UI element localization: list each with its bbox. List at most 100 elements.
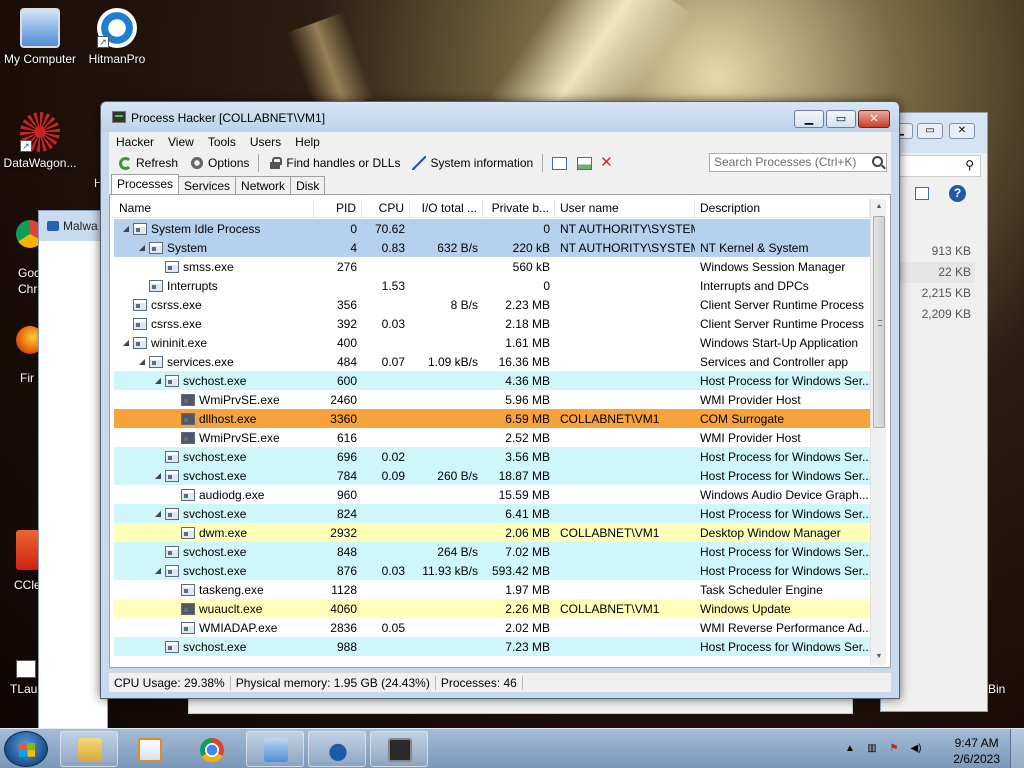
collapse-arrow-icon[interactable]: ◢ (138, 243, 146, 252)
collapse-arrow-icon[interactable]: ◢ (154, 566, 162, 575)
table-row[interactable]: ◢ svchost.exe 600 4.36 MB Host Process for W… (114, 371, 870, 390)
column-header-io[interactable]: I/O total ... (410, 199, 483, 217)
column-header-row: Name PID CPU I/O total ... Private b... … (114, 199, 870, 218)
table-row[interactable]: dllhost.exe 3360 6.59 MB COLLABNET\VM1 COM S… (114, 409, 870, 428)
cell-desc: Host Process for Windows Ser... (700, 449, 870, 464)
table-row[interactable]: WmiPrvSE.exe 2460 5.96 MB WMI Provider Host (114, 390, 870, 409)
table-row[interactable]: Interrupts 1.53 0 Interrupts and DPCs (114, 276, 870, 295)
show-hidden-icons-icon[interactable]: ▲ (844, 743, 856, 755)
table-row[interactable]: dwm.exe 2932 2.06 MB COLLABNET\VM1 Desktop W… (114, 523, 870, 542)
column-header-cpu[interactable]: CPU (362, 199, 410, 217)
desktop-icon-tlauncher[interactable] (16, 660, 36, 678)
process-hacker-window[interactable]: Process Hacker [COLLABNET\VM1] ▁ ▭ ✕ Hac… (100, 101, 900, 699)
computer-icon (20, 8, 60, 48)
cell-pid: 4 (350, 240, 357, 255)
maximize-button[interactable]: ▭ (917, 123, 943, 139)
table-row[interactable]: wuauclt.exe 4060 2.26 MB COLLABNET\VM1 Windo… (114, 599, 870, 618)
terminate-button[interactable]: ✕ (596, 153, 618, 173)
cell-desc: Windows Audio Device Graph... (700, 487, 869, 502)
toolbar: Refresh Options Find handles or DLLs Sys… (109, 152, 891, 174)
taskbar-control-panel[interactable] (246, 731, 304, 767)
table-row[interactable]: taskeng.exe 1128 1.97 MB Task Scheduler Eng… (114, 580, 870, 599)
close-button[interactable]: ✕ (949, 123, 975, 139)
table-row[interactable]: ◢ services.exe 484 0.07 1.09 kB/s 16.36 MB Ser… (114, 352, 870, 371)
column-header-description[interactable]: Description (695, 199, 870, 217)
menu-tools[interactable]: Tools (201, 135, 243, 149)
table-row[interactable]: svchost.exe 988 7.23 MB Host Process for Wi… (114, 637, 870, 656)
table-row[interactable]: svchost.exe 848 264 B/s 7.02 MB Host Process… (114, 542, 870, 561)
collapse-arrow-icon[interactable]: ◢ (122, 224, 130, 233)
cell-priv: 0 (543, 221, 550, 236)
search-processes-input[interactable] (714, 155, 864, 169)
pane-icon[interactable] (915, 187, 929, 200)
clock[interactable]: 9:47 AM 2/6/2023 (953, 735, 1000, 767)
network-icon[interactable]: ▥ (866, 743, 878, 755)
process-name: svchost.exe (183, 468, 247, 483)
title-bar[interactable]: Process Hacker [COLLABNET\VM1] ▁ ▭ ✕ (101, 102, 899, 132)
desktop-icon-my-computer[interactable]: My Computer (0, 8, 80, 66)
table-row[interactable]: csrss.exe 356 8 B/s 2.23 MB Client Server Ru… (114, 295, 870, 314)
table-row[interactable]: ◢ svchost.exe 876 0.03 11.93 kB/s 593.42 MB Ho… (114, 561, 870, 580)
vertical-scrollbar[interactable]: ▲ ▼ (870, 199, 886, 665)
table-row[interactable]: csrss.exe 392 0.03 2.18 MB Client Server Run… (114, 314, 870, 333)
system-information-button[interactable]: System information (406, 153, 539, 173)
options-button[interactable]: Options (184, 153, 255, 173)
column-header-private-bytes[interactable]: Private b... (483, 199, 555, 217)
column-header-user-name[interactable]: User name (555, 199, 695, 217)
minimize-button[interactable]: ▁ (794, 110, 824, 128)
table-row[interactable]: svchost.exe 696 0.02 3.56 MB Host Process fo… (114, 447, 870, 466)
show-desktop-button[interactable] (1010, 729, 1024, 768)
taskbar-media-player[interactable] (120, 731, 178, 767)
table-row[interactable]: ◢ System 4 0.83 632 B/s 220 kB NT AUTHORITY\SY… (114, 238, 870, 257)
collapse-arrow-icon[interactable]: ◢ (138, 357, 146, 366)
desktop-icon-datawagon[interactable]: ↗ DataWagon... (0, 112, 80, 170)
volume-icon[interactable]: ◀) (910, 743, 922, 755)
tab-network[interactable]: Network (235, 176, 292, 194)
taskbar-explorer[interactable] (60, 731, 118, 767)
close-button[interactable]: ✕ (858, 110, 890, 128)
menu-hacker[interactable]: Hacker (109, 135, 161, 149)
table-row[interactable]: smss.exe 276 560 kB Windows Session Manager (114, 257, 870, 276)
refresh-button[interactable]: Refresh (113, 153, 184, 173)
table-row[interactable]: ◢ svchost.exe 784 0.09 260 B/s 18.87 MB Host P… (114, 466, 870, 485)
column-header-name[interactable]: Name (114, 199, 314, 217)
go-to-window-button[interactable] (573, 153, 596, 173)
taskbar-process-hacker[interactable] (370, 731, 428, 767)
desktop-icon-ccleaner[interactable] (16, 530, 40, 570)
tab-processes[interactable]: Processes (111, 174, 180, 194)
cell-priv: 18.87 MB (498, 468, 550, 483)
collapse-arrow-icon[interactable]: ◢ (154, 376, 162, 385)
help-icon[interactable]: ? (949, 185, 966, 202)
scrollbar-thumb[interactable] (873, 216, 885, 428)
menu-users[interactable]: Users (243, 135, 288, 149)
table-row[interactable]: ◢ System Idle Process 0 70.62 0 NT AUTHORITY\… (114, 219, 870, 238)
menu-help[interactable]: Help (288, 135, 327, 149)
collapse-arrow-icon[interactable]: ◢ (154, 509, 162, 518)
table-row[interactable]: ◢ wininit.exe 400 1.61 MB Windows Start-Up A… (114, 333, 870, 352)
table-row[interactable]: audiodg.exe 960 15.59 MB Windows Audio Devi… (114, 485, 870, 504)
find-handles-button[interactable]: Find handles or DLLs (262, 153, 406, 173)
search-processes-box[interactable] (709, 153, 887, 172)
tab-disk[interactable]: Disk (290, 176, 326, 194)
maximize-button[interactable]: ▭ (826, 110, 856, 128)
taskbar-malwarebytes[interactable] (308, 731, 366, 767)
collapse-arrow-icon[interactable]: ◢ (122, 338, 130, 347)
table-row[interactable]: ◢ svchost.exe 824 6.41 MB Host Process for W… (114, 504, 870, 523)
tab-services[interactable]: Services (178, 176, 237, 194)
column-header-pid[interactable]: PID (314, 199, 362, 217)
desktop-label-partial: CCle (14, 578, 41, 592)
taskbar-chrome[interactable] (182, 731, 240, 767)
cell-priv: 1.97 MB (505, 582, 550, 597)
action-center-icon[interactable]: ⚑ (888, 743, 900, 755)
background-window-malwarebytes[interactable]: Malwa (38, 210, 108, 730)
menu-view[interactable]: View (161, 135, 201, 149)
show-window-button[interactable] (546, 153, 573, 173)
desktop-icon-hitmanpro[interactable]: ↗ HitmanPro (77, 8, 157, 66)
start-button[interactable] (4, 731, 48, 767)
scroll-up-icon[interactable]: ▲ (871, 199, 887, 215)
search-icon[interactable] (872, 156, 883, 167)
table-row[interactable]: WmiPrvSE.exe 616 2.52 MB WMI Provider Host (114, 428, 870, 447)
collapse-arrow-icon[interactable]: ◢ (154, 471, 162, 480)
scroll-down-icon[interactable]: ▼ (871, 649, 887, 665)
table-row[interactable]: WMIADAP.exe 2836 0.05 2.02 MB WMI Reverse Pe… (114, 618, 870, 637)
